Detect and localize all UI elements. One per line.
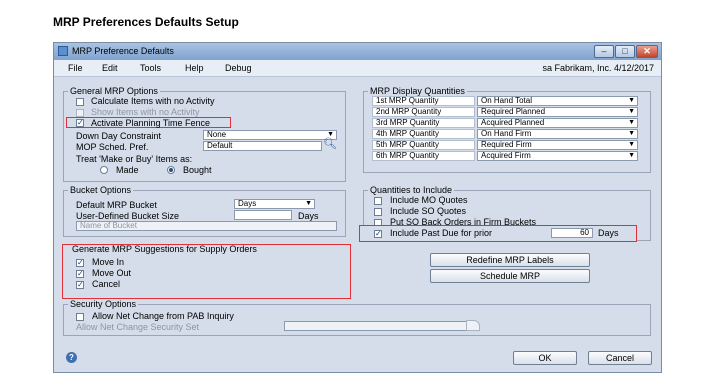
help-icon[interactable]: ? xyxy=(66,352,77,363)
maximize-button[interactable]: □ xyxy=(615,45,635,58)
display-qty-label-6[interactable]: 6th MRP Quantity xyxy=(372,151,475,161)
chevron-down-icon: ▼ xyxy=(628,119,635,126)
user-company-date: sa Fabrikam, Inc. 4/12/2017 xyxy=(542,63,654,73)
cancel-suggestion-label: Cancel xyxy=(92,279,121,289)
mrp-display-quantities-legend: MRP Display Quantities xyxy=(370,86,465,96)
cancel-button[interactable]: Cancel xyxy=(588,351,652,365)
made-label: Made xyxy=(116,165,139,175)
show-items-label: Show Items with no Activity xyxy=(91,107,200,117)
menu-debug[interactable]: Debug xyxy=(225,63,252,73)
chevron-down-icon: ▼ xyxy=(628,108,635,115)
name-of-bucket-field: Name of Bucket xyxy=(76,221,337,231)
down-day-constraint-label: Down Day Constraint xyxy=(76,131,162,141)
general-mrp-options-legend: General MRP Options xyxy=(70,86,158,96)
default-mrp-bucket-label: Default MRP Bucket xyxy=(76,200,157,210)
bucket-options-legend: Bucket Options xyxy=(70,185,132,195)
treat-make-or-buy-label: Treat 'Make or Buy' Items as: xyxy=(76,154,193,164)
display-qty-label-3[interactable]: 3rd MRP Quantity xyxy=(372,118,475,128)
menu-bar: File Edit Tools Help Debug sa Fabrikam, … xyxy=(54,60,661,77)
activate-planning-checkbox[interactable]: ✓ xyxy=(76,119,84,127)
security-set-lookup-icon xyxy=(466,320,480,331)
generate-mrp-suggestions-legend: Generate MRP Suggestions for Supply Orde… xyxy=(72,244,257,254)
show-items-checkbox xyxy=(76,109,84,117)
down-day-constraint-value: None xyxy=(207,130,227,139)
menu-help[interactable]: Help xyxy=(185,63,204,73)
chevron-down-icon: ▼ xyxy=(305,200,312,207)
window-titlebar[interactable]: MRP Preference Defaults – □ ✕ xyxy=(54,43,661,60)
include-mo-quotes-label: Include MO Quotes xyxy=(390,195,468,205)
move-out-checkbox[interactable]: ✓ xyxy=(76,270,84,278)
app-icon xyxy=(58,46,68,56)
display-qty-select-4[interactable]: On Hand Firm ▼ xyxy=(477,129,638,139)
move-out-label: Move Out xyxy=(92,268,132,278)
display-qty-label-2[interactable]: 2nd MRP Quantity xyxy=(372,107,475,117)
include-past-due-checkbox[interactable]: ✓ xyxy=(374,230,382,238)
activate-planning-label: Activate Planning Time Fence xyxy=(91,118,211,128)
menu-tools[interactable]: Tools xyxy=(140,63,161,73)
include-past-due-label: Include Past Due for prior xyxy=(390,228,493,238)
move-in-label: Move In xyxy=(92,257,125,267)
security-options-legend: Security Options xyxy=(70,299,137,309)
chevron-down-icon: ▼ xyxy=(628,130,635,137)
default-mrp-bucket-value: Days xyxy=(238,199,257,208)
chevron-down-icon: ▼ xyxy=(628,141,635,148)
user-defined-bucket-label: User-Defined Bucket Size xyxy=(76,211,180,221)
allow-net-change-checkbox[interactable] xyxy=(76,313,84,321)
ok-button[interactable]: OK xyxy=(513,351,577,365)
display-qty-label-5[interactable]: 5th MRP Quantity xyxy=(372,140,475,150)
user-defined-bucket-size-field[interactable] xyxy=(234,210,292,220)
security-set-label: Allow Net Change Security Set xyxy=(76,322,200,332)
bought-label: Bought xyxy=(183,165,212,175)
user-defined-bucket-unit: Days xyxy=(298,211,319,221)
mop-sched-pref-field[interactable]: Default xyxy=(203,141,322,151)
include-so-quotes-checkbox[interactable] xyxy=(374,208,382,216)
display-qty-value-1: On Hand Total xyxy=(481,96,532,105)
display-qty-label-1[interactable]: 1st MRP Quantity xyxy=(372,96,475,106)
display-qty-select-3[interactable]: Acquired Planned ▼ xyxy=(477,118,638,128)
display-qty-select-5[interactable]: Required Firm ▼ xyxy=(477,140,638,150)
redefine-mrp-labels-button[interactable]: Redefine MRP Labels xyxy=(430,253,590,267)
calculate-items-checkbox[interactable] xyxy=(76,98,84,106)
made-radio[interactable] xyxy=(100,166,108,174)
display-qty-value-2: Required Planned xyxy=(481,107,546,116)
past-due-days-unit: Days xyxy=(598,228,619,238)
quantities-to-include-legend: Quantities to Include xyxy=(370,185,453,195)
minimize-button[interactable]: – xyxy=(594,45,614,58)
display-qty-value-4: On Hand Firm xyxy=(481,129,532,138)
past-due-days-input[interactable]: 60 xyxy=(551,228,593,238)
menu-edit[interactable]: Edit xyxy=(102,63,118,73)
calculate-items-label: Calculate Items with no Activity xyxy=(91,96,215,106)
mop-sched-pref-value: Default xyxy=(207,141,233,150)
window-title: MRP Preference Defaults xyxy=(72,46,174,56)
display-qty-value-6: Acquired Firm xyxy=(481,151,531,160)
bought-radio[interactable] xyxy=(167,166,175,174)
chevron-down-icon: ▼ xyxy=(628,152,635,159)
close-button[interactable]: ✕ xyxy=(636,45,658,58)
down-day-constraint-select[interactable]: None ▼ xyxy=(203,130,337,140)
mop-sched-pref-label: MOP Sched. Pref. xyxy=(76,142,149,152)
cancel-suggestion-checkbox[interactable]: ✓ xyxy=(76,281,84,289)
display-qty-select-6[interactable]: Acquired Firm ▼ xyxy=(477,151,638,161)
display-qty-value-3: Acquired Planned xyxy=(481,118,545,127)
display-qty-select-1[interactable]: On Hand Total ▼ xyxy=(477,96,638,106)
schedule-mrp-button[interactable]: Schedule MRP xyxy=(430,269,590,283)
include-mo-quotes-checkbox[interactable] xyxy=(374,197,382,205)
display-qty-value-5: Required Firm xyxy=(481,140,532,149)
mrp-preference-window: MRP Preference Defaults – □ ✕ File Edit … xyxy=(53,42,662,373)
security-set-field xyxy=(284,321,474,331)
chevron-down-icon: ▼ xyxy=(628,97,635,104)
default-mrp-bucket-select[interactable]: Days ▼ xyxy=(234,199,315,209)
lookup-search-icon[interactable]: 🔍︎ xyxy=(323,139,337,151)
name-of-bucket-label: Name of Bucket xyxy=(80,221,137,230)
display-qty-select-2[interactable]: Required Planned ▼ xyxy=(477,107,638,117)
include-so-quotes-label: Include SO Quotes xyxy=(390,206,467,216)
document-title: MRP Preferences Defaults Setup xyxy=(53,15,239,29)
menu-file[interactable]: File xyxy=(68,63,83,73)
move-in-checkbox[interactable]: ✓ xyxy=(76,259,84,267)
allow-net-change-label: Allow Net Change from PAB Inquiry xyxy=(92,311,234,321)
display-qty-label-4[interactable]: 4th MRP Quantity xyxy=(372,129,475,139)
